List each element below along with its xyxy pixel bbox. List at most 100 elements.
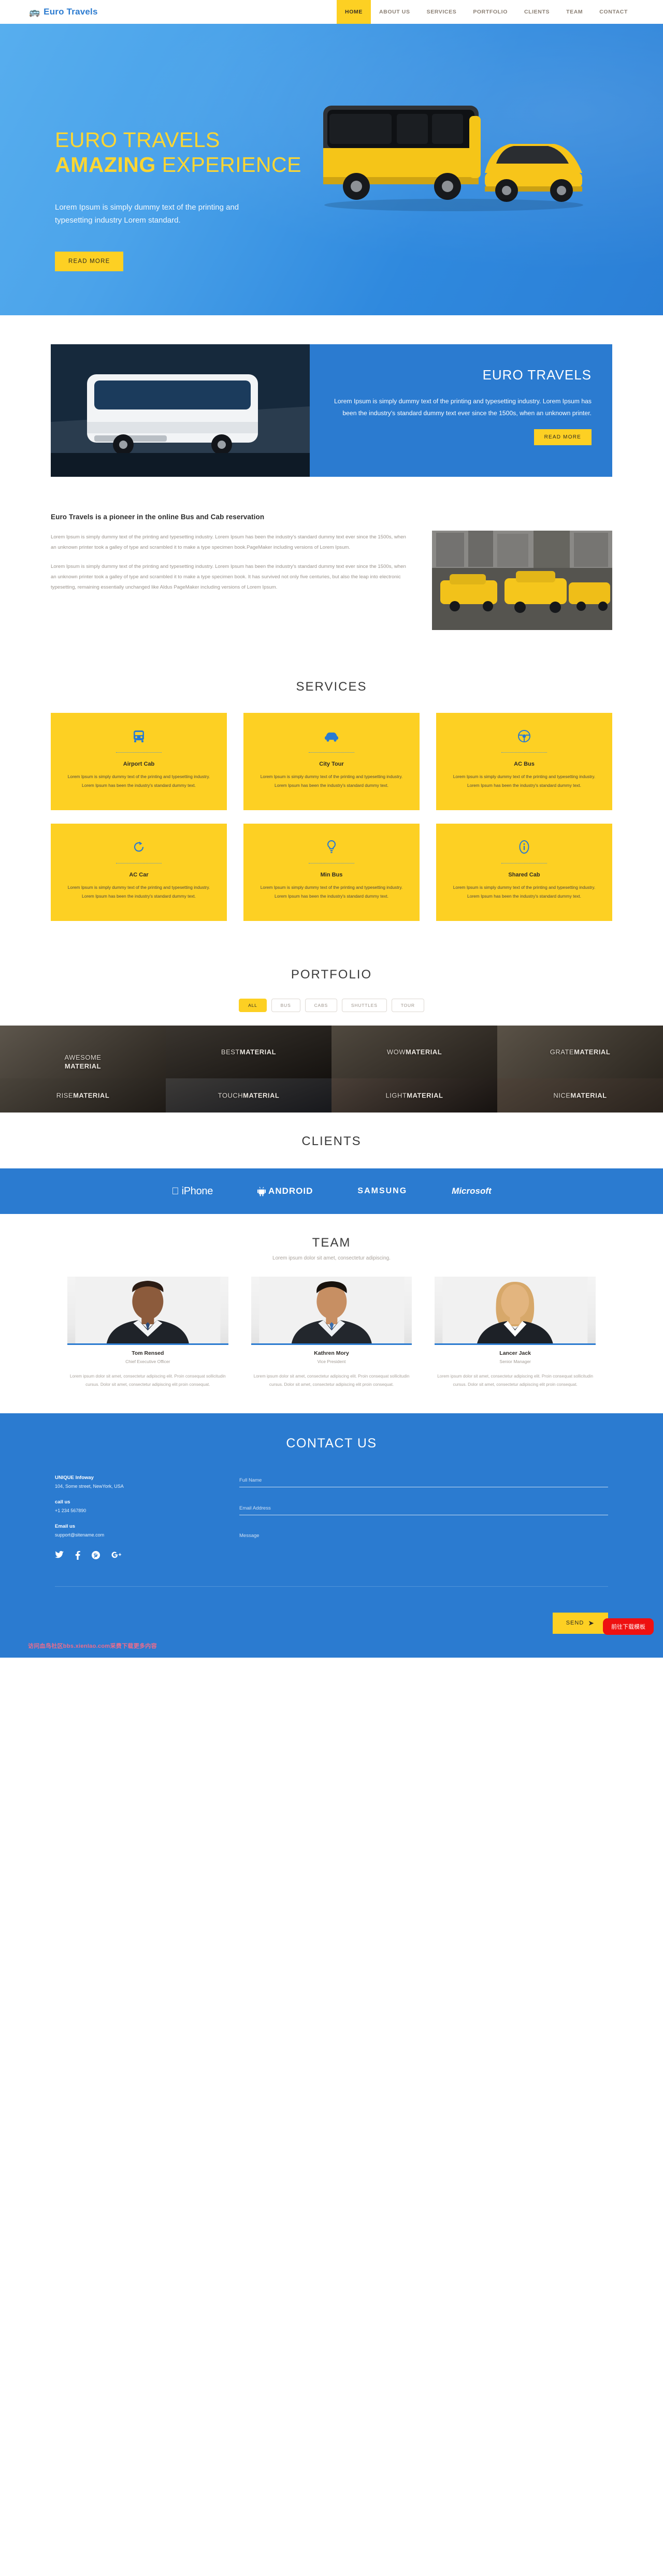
bus-icon: 🚌 [29, 7, 40, 17]
about-taxi-photo [432, 531, 612, 630]
company-address: 104, Some street, NewYork, USA [55, 1483, 124, 1489]
portfolio-caption-bold: MATERIAL [239, 1048, 277, 1056]
download-template-button[interactable]: 前往下载模板 [603, 1618, 654, 1635]
client-logo-samsung[interactable]: SAMSUNG [357, 1187, 407, 1196]
card-divider [116, 752, 162, 753]
portfolio-caption-light: GRATE [550, 1048, 574, 1056]
hero-read-more-button[interactable]: READ MORE [55, 252, 124, 272]
google-plus-icon[interactable] [111, 1551, 122, 1562]
message-textarea[interactable] [239, 1530, 608, 1567]
portrait-graphic [75, 1277, 221, 1343]
portfolio-caption: RISEMATERIAL [0, 1092, 166, 1100]
portrait-graphic [442, 1277, 588, 1343]
service-card-city-tour[interactable]: City Tour Lorem Ipsum is simply dummy te… [243, 713, 420, 810]
email-input[interactable] [239, 1503, 608, 1515]
portfolio-filter-bus[interactable]: BUS [271, 999, 300, 1012]
send-button[interactable]: SEND ➤ [552, 1612, 608, 1634]
portfolio-item[interactable]: LIGHTMATERIAL [332, 1078, 497, 1113]
nav-item-contact[interactable]: CONTACT [591, 0, 636, 24]
hero-bus-and-car-illustration [323, 106, 583, 211]
twitter-icon[interactable] [55, 1550, 64, 1562]
promo-section: EURO TRAVELS Lorem Ipsum is simply dummy… [0, 315, 663, 500]
send-button-row: SEND ➤ [26, 1587, 637, 1634]
portfolio-caption: BESTMATERIAL [166, 1048, 332, 1056]
portfolio-item[interactable]: RISEMATERIAL [0, 1078, 166, 1113]
portfolio-item[interactable]: NICEMATERIAL [497, 1078, 663, 1113]
nav-item-team[interactable]: TEAM [558, 0, 591, 24]
nav-item-services[interactable]: SERVICES [419, 0, 465, 24]
service-name: Min Bus [320, 872, 343, 878]
portfolio-section: PORTFOLIO ALL BUS CABS SHUTTLES TOUR AWE… [0, 946, 663, 1113]
promo-paragraph: Lorem Ipsum is simply dummy text of the … [334, 398, 592, 417]
client-logo-iphone[interactable]:  iPhone [171, 1185, 213, 1197]
team-title: TEAM [312, 1236, 351, 1250]
team-member-role: Vice President [317, 1359, 346, 1364]
hero-copy: EURO TRAVELS AMAZING EXPERIENCE Lorem Ip… [55, 127, 324, 272]
team-member-name: Tom Rensed [132, 1350, 164, 1356]
portfolio-item[interactable]: WOWMATERIAL [332, 1026, 497, 1078]
email-address[interactable]: support@sitename.com [55, 1532, 210, 1538]
nav-item-home[interactable]: HOME [337, 0, 371, 24]
client-name: SAMSUNG [354, 1187, 406, 1195]
portfolio-item[interactable]: AWESOME MATERIAL [0, 1026, 166, 1078]
hero-title-rest: EXPERIENCE [155, 153, 302, 177]
hero-title-line1: EURO TRAVELS [55, 128, 220, 152]
portfolio-filter-cabs[interactable]: CABS [305, 999, 337, 1012]
facebook-icon[interactable] [75, 1550, 80, 1562]
nav-item-clients[interactable]: CLIENTS [516, 0, 558, 24]
refresh-icon [63, 839, 214, 855]
about-paragraph-1: Lorem Ipsum is simply dummy text of the … [51, 534, 406, 550]
portfolio-caption: WOWMATERIAL [332, 1048, 497, 1056]
promo-bus-photo [51, 344, 310, 477]
service-description: Lorem Ipsum is simply dummy text of the … [453, 885, 596, 899]
full-name-input[interactable] [239, 1475, 608, 1487]
apple-icon:  [171, 1187, 179, 1196]
team-subtitle: Lorem ipsum dolor sit amet, consectetur … [272, 1255, 391, 1261]
portfolio-item[interactable]: TOUCHMATERIAL [166, 1078, 332, 1113]
services-section: SERVICES Airport Cab Lorem Ipsum is simp… [0, 658, 663, 946]
portfolio-filter-tour[interactable]: TOUR [391, 999, 424, 1012]
taxi-street-photo-graphic [432, 531, 612, 630]
portfolio-filter-shuttles[interactable]: SHUTTLES [341, 999, 387, 1012]
hero-paragraph: Lorem Ipsum is simply dummy text of the … [55, 202, 239, 225]
portfolio-caption-light: TOUCH [218, 1091, 243, 1100]
team-member-tom-rensed: Tom Rensed Chief Executive Officer Lorem… [67, 1277, 228, 1389]
service-card-min-bus[interactable]: Min Bus Lorem Ipsum is simply dummy text… [243, 824, 420, 921]
nav-item-portfolio[interactable]: PORTFOLIO [465, 0, 516, 24]
portfolio-caption-light: NICE [553, 1091, 571, 1100]
android-icon [257, 1187, 266, 1196]
portfolio-item[interactable]: GRATEMATERIAL [497, 1026, 663, 1078]
footer-watermark: 访问血鸟社区bbs.xienIao.com采费下载更多内容 [28, 1643, 157, 1649]
service-card-shared-cab[interactable]: Shared Cab Lorem Ipsum is simply dummy t… [436, 824, 612, 921]
portfolio-caption: GRATEMATERIAL [497, 1048, 663, 1056]
team-member-role: Senior Manager [499, 1359, 531, 1364]
team-member-lancer-jack: Lancer Jack Senior Manager Lorem ipsum d… [435, 1277, 596, 1389]
clients-title: CLIENTS [301, 1134, 362, 1148]
promo-read-more-button[interactable]: READ MORE [534, 429, 592, 446]
client-name: Microsoft [448, 1186, 492, 1196]
portfolio-caption: TOUCHMATERIAL [166, 1092, 332, 1100]
team-member-name: Kathren Mory [314, 1350, 349, 1356]
service-card-ac-bus[interactable]: AC Bus Lorem Ipsum is simply dummy text … [436, 713, 612, 810]
team-grid: Tom Rensed Chief Executive Officer Lorem… [26, 1261, 637, 1389]
nav-item-about-us[interactable]: ABOUT US [371, 0, 419, 24]
portfolio-item[interactable]: BESTMATERIAL [166, 1026, 332, 1078]
hero-title: EURO TRAVELS AMAZING EXPERIENCE [55, 127, 324, 178]
client-logo-microsoft[interactable]: Microsoft [452, 1186, 492, 1196]
brand-logo[interactable]: 🚌 Euro Travels [0, 0, 243, 24]
about-section: Euro Travels is a pioneer in the online … [0, 500, 663, 658]
social-links [55, 1550, 210, 1562]
portfolio-filter-all[interactable]: ALL [239, 999, 267, 1012]
client-logo-android[interactable]: ANDROID [257, 1186, 313, 1196]
phone-number[interactable]: +1 234 567890 [55, 1508, 210, 1513]
contact-details: UNIQUE Infoway 104, Some street, NewYork… [55, 1475, 210, 1573]
portfolio-caption-bold: MATERIAL [243, 1091, 280, 1100]
service-card-ac-car[interactable]: AC Car Lorem Ipsum is simply dummy text … [51, 824, 227, 921]
pinterest-icon[interactable] [92, 1550, 100, 1562]
portfolio-grid-row-1: AWESOME MATERIAL BESTMATERIAL WOWMATERIA… [0, 1026, 663, 1078]
about-heading: Euro Travels is a pioneer in the online … [51, 513, 265, 521]
portfolio-caption-bold: MATERIAL [64, 1062, 102, 1071]
portfolio-caption-light: WOW [386, 1048, 406, 1056]
full-name-field-wrap [239, 1475, 608, 1487]
service-card-airport-cab[interactable]: Airport Cab Lorem Ipsum is simply dummy … [51, 713, 227, 810]
